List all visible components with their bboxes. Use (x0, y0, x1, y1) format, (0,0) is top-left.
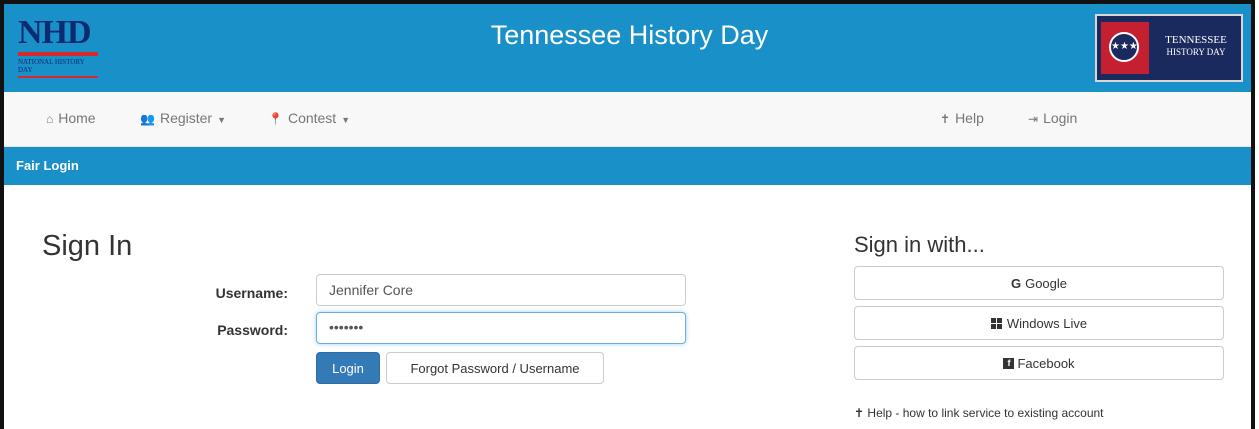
link-account-help-link[interactable]: ✝ Help - how to link service to existing… (854, 406, 1104, 420)
map-marker-icon: 📍 (268, 112, 283, 126)
nav-login[interactable]: ⇥ Login (1028, 110, 1077, 126)
page-frame: NHD NATIONAL HISTORY DAY Tennessee Histo… (0, 0, 1255, 429)
tennessee-seal-icon: ★★★ (1101, 22, 1149, 74)
section-header-bar: Fair Login (4, 147, 1251, 185)
facebook-signin-button[interactable]: f Facebook (854, 346, 1224, 380)
navbar: ⌂ Home 👥 Register ▼ 📍 Contest ▼ ✝ Help ⇥ Login (4, 92, 1251, 147)
google-icon: G (1010, 275, 1022, 291)
windows-live-signin-button[interactable]: Windows Live (854, 306, 1224, 340)
nav-register-label: Register (159, 110, 213, 126)
google-signin-button[interactable]: G Google (854, 266, 1224, 300)
logo-stripe (18, 76, 98, 78)
state-logo-text: TENNESSEE HISTORY DAY (1165, 34, 1227, 57)
windows-icon (990, 317, 1002, 329)
sign-in-heading: Sign In (42, 230, 133, 262)
logo-stripe (18, 52, 98, 56)
forgot-password-button[interactable]: Forgot Password / Username (386, 352, 604, 384)
nav-register-dropdown[interactable]: 👥 Register ▼ (140, 110, 226, 126)
password-input[interactable]: ••••••• (316, 312, 686, 344)
nhd-logo-subtext: NATIONAL HISTORY DAY (18, 58, 85, 74)
link-account-help-label: Help - how to link service to existing a… (867, 406, 1104, 420)
username-input[interactable] (316, 274, 686, 306)
facebook-icon: f (1003, 357, 1015, 369)
site-header: NHD NATIONAL HISTORY DAY Tennessee Histo… (4, 4, 1251, 92)
caret-down-icon: ▼ (341, 115, 351, 125)
windows-live-signin-label: Windows Live (1006, 315, 1088, 331)
login-button[interactable]: Login (316, 352, 380, 384)
help-icon: ✝ (854, 406, 865, 420)
site-title: Tennessee History Day (490, 20, 769, 50)
login-icon: ⇥ (1028, 112, 1039, 126)
username-label: Username: (215, 285, 288, 301)
social-signin-heading: Sign in with... (854, 232, 985, 257)
home-icon: ⌂ (46, 112, 54, 126)
nav-home-label: Home (58, 110, 96, 126)
nav-contest-label: Contest (287, 110, 337, 126)
facebook-signin-label: Facebook (1017, 355, 1075, 371)
nav-contest-dropdown[interactable]: 📍 Contest ▼ (268, 110, 350, 126)
nav-login-label: Login (1043, 110, 1078, 126)
users-icon: 👥 (140, 112, 155, 126)
tennessee-history-day-logo[interactable]: ★★★ TENNESSEE HISTORY DAY (1095, 14, 1243, 82)
help-icon: ✝ (940, 112, 951, 126)
nav-help[interactable]: ✝ Help (940, 110, 984, 126)
section-title: Fair Login (16, 158, 79, 173)
caret-down-icon: ▼ (217, 115, 227, 125)
google-signin-label: Google (1025, 275, 1068, 291)
nav-help-label: Help (955, 110, 984, 126)
nav-home[interactable]: ⌂ Home (46, 110, 96, 126)
password-label: Password: (217, 322, 288, 338)
